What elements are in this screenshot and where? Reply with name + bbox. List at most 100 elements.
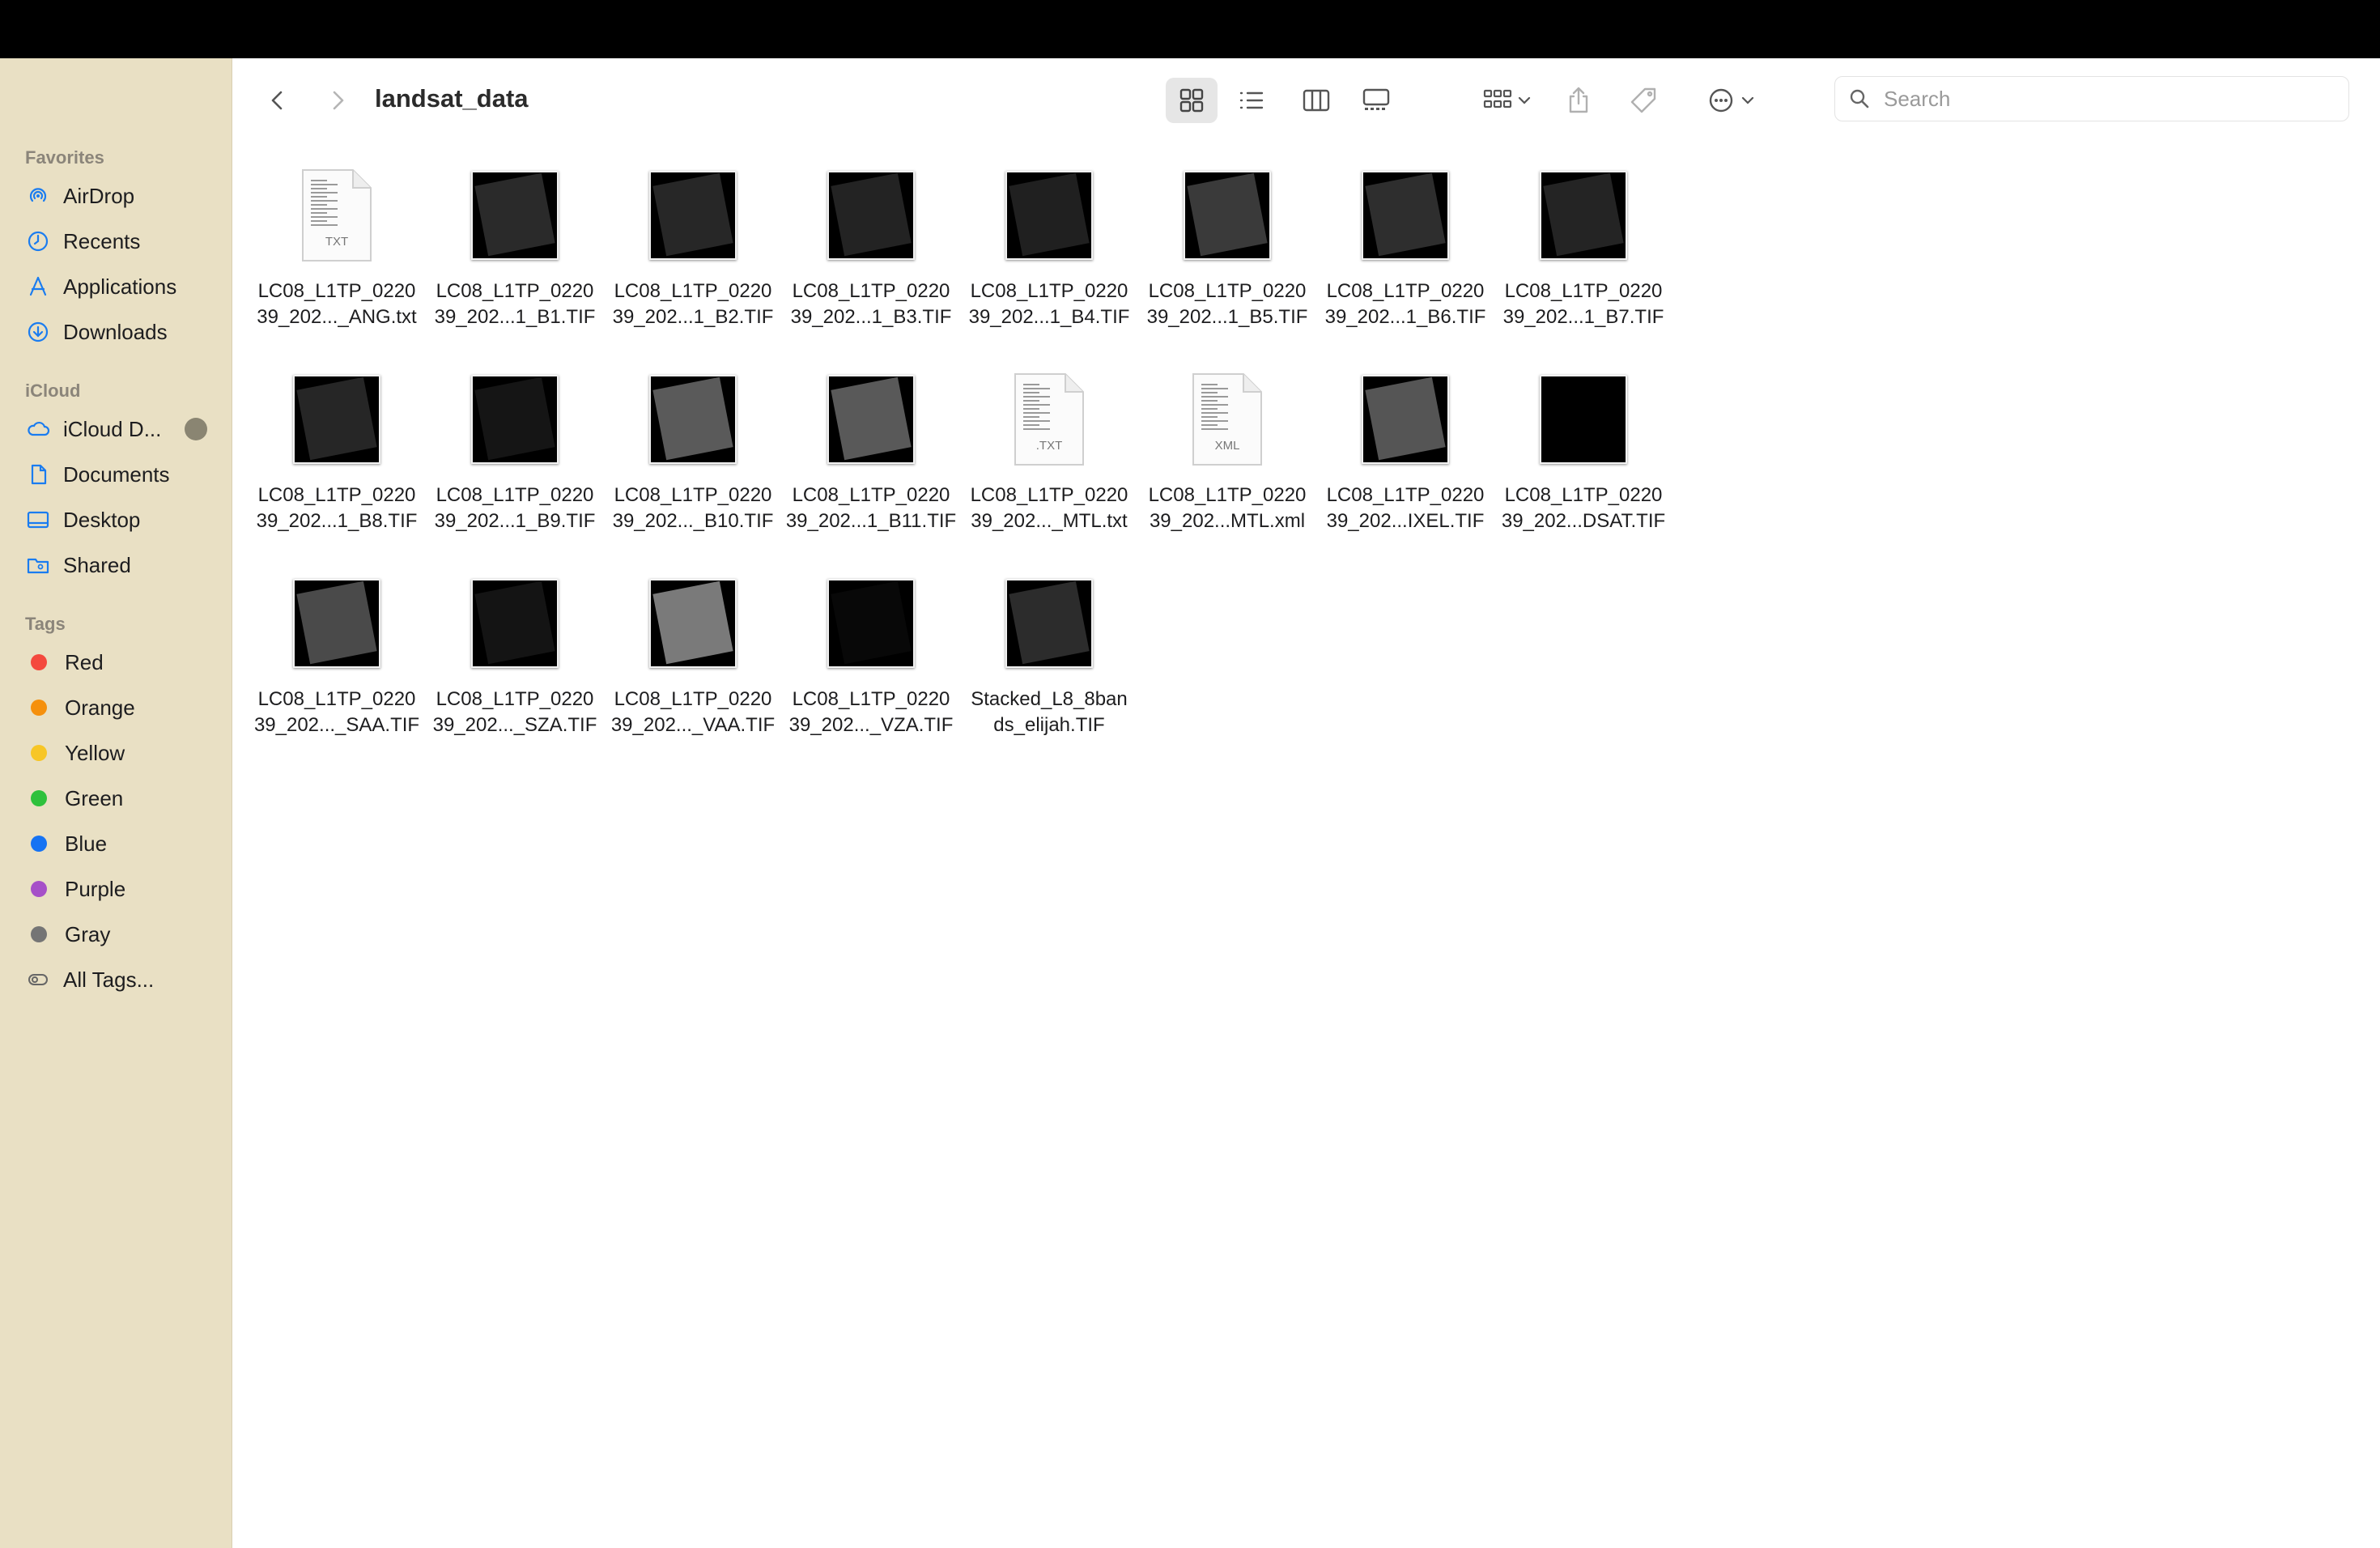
file-item[interactable]: LC08_L1TP_0220 39_202...1_B7.TIF <box>1494 168 1672 330</box>
airdrop-icon <box>24 182 52 210</box>
sidebar-item-documents[interactable]: Documents <box>24 455 219 494</box>
file-item[interactable]: LC08_L1TP_0220 39_202...1_B2.TIF <box>604 168 782 330</box>
image-thumbnail <box>826 168 916 262</box>
sidebar-tag-green[interactable]: Green <box>24 779 219 818</box>
image-thumbnail <box>1538 168 1629 262</box>
file-item[interactable]: Stacked_L8_8ban ds_elijah.TIF <box>960 576 1138 738</box>
image-thumbnail <box>291 576 382 670</box>
file-item[interactable]: LC08_L1TP_0220 39_202..._VAA.TIF <box>604 576 782 738</box>
search-field[interactable] <box>1834 76 2349 121</box>
file-item[interactable]: LC08_L1TP_0220 39_202..._SAA.TIF <box>248 576 426 738</box>
file-name-line-2: 39_202..._MTL.txt <box>971 510 1128 532</box>
column-view-button[interactable] <box>1290 78 1342 123</box>
file-item[interactable]: LC08_L1TP_0220 39_202...1_B9.TIF <box>426 372 604 534</box>
satellite-image-icon <box>1005 579 1093 668</box>
more-actions-button[interactable] <box>1697 78 1765 123</box>
file-name: LC08_L1TP_0220 39_202...MTL.xml <box>1138 483 1316 534</box>
file-item[interactable]: LC08_L1TP_0220 39_202...DSAT.TIF <box>1494 372 1672 534</box>
file-name: LC08_L1TP_0220 39_202...1_B1.TIF <box>426 279 604 330</box>
sidebar-item-label: Purple <box>65 876 126 901</box>
all-tags-icon <box>24 966 52 993</box>
orange-tag-icon <box>31 700 47 716</box>
satellite-image-icon <box>1540 375 1627 464</box>
file-item[interactable]: LC08_L1TP_0220 39_202...1_B11.TIF <box>782 372 960 534</box>
sidebar-item-icloud-drive[interactable]: iCloud D... <box>24 410 219 449</box>
back-button[interactable] <box>257 79 298 121</box>
sidebar-item-label: Recents <box>63 228 141 253</box>
file-item[interactable]: LC08_L1TP_0220 39_202...1_B1.TIF <box>426 168 604 330</box>
search-input[interactable] <box>1882 85 2323 113</box>
sidebar-item-label: Documents <box>63 461 170 487</box>
sidebar-item-airdrop[interactable]: AirDrop <box>24 176 219 215</box>
sidebar-item-desktop[interactable]: Desktop <box>24 500 219 539</box>
file-name-line-2: 39_202...1_B9.TIF <box>434 510 596 532</box>
group-by-button[interactable] <box>1473 78 1541 123</box>
file-item[interactable]: LC08_L1TP_0220 39_202...1_B6.TIF <box>1316 168 1494 330</box>
sidebar-tag-gray[interactable]: Gray <box>24 915 219 954</box>
image-thumbnail <box>826 372 916 466</box>
file-item[interactable]: .TXT LC08_L1TP_0220 39_202..._MTL.txt <box>960 372 1138 534</box>
sidebar-item-recents[interactable]: Recents <box>24 222 219 261</box>
file-item[interactable]: LC08_L1TP_0220 39_202...1_B5.TIF <box>1138 168 1316 330</box>
sidebar-tag-red[interactable]: Red <box>24 643 219 682</box>
sidebar-tag-orange[interactable]: Orange <box>24 688 219 727</box>
file-name-line-1: LC08_L1TP_0220 <box>1504 484 1663 506</box>
file-item[interactable]: TXT LC08_L1TP_0220 39_202..._ANG.txt <box>248 168 426 330</box>
forward-button[interactable] <box>317 79 358 121</box>
list-view-button[interactable] <box>1226 78 1277 123</box>
share-button[interactable] <box>1556 78 1601 123</box>
file-name-line-1: LC08_L1TP_0220 <box>436 688 594 710</box>
image-thumbnail <box>1004 168 1094 262</box>
file-item[interactable]: LC08_L1TP_0220 39_202..._VZA.TIF <box>782 576 960 738</box>
file-name-line-1: LC08_L1TP_0220 <box>970 280 1128 302</box>
file-extension-label: .TXT <box>1035 439 1063 453</box>
image-thumbnail <box>1360 168 1451 262</box>
file-item[interactable]: LC08_L1TP_0220 39_202..._SZA.TIF <box>426 576 604 738</box>
file-name-line-1: LC08_L1TP_0220 <box>1148 280 1307 302</box>
file-item[interactable]: LC08_L1TP_0220 39_202...IXEL.TIF <box>1316 372 1494 534</box>
satellite-image-icon <box>471 171 559 260</box>
image-thumbnail <box>470 372 560 466</box>
file-name-line-1: LC08_L1TP_0220 <box>614 484 772 506</box>
file-name-line-1: LC08_L1TP_0220 <box>1504 280 1663 302</box>
icon-view-button[interactable] <box>1166 78 1218 123</box>
sidebar-all-tags[interactable]: All Tags... <box>24 960 219 999</box>
file-name-line-2: 39_202...DSAT.TIF <box>1501 510 1666 532</box>
sidebar-item-shared[interactable]: Shared <box>24 546 219 585</box>
blue-tag-icon <box>31 836 47 852</box>
satellite-image-icon <box>1184 171 1271 260</box>
sidebar-item-label: Downloads <box>63 319 168 344</box>
file-item[interactable]: LC08_L1TP_0220 39_202...1_B4.TIF <box>960 168 1138 330</box>
file-name-line-1: LC08_L1TP_0220 <box>1326 484 1485 506</box>
sidebar-tag-purple[interactable]: Purple <box>24 870 219 908</box>
clock-icon <box>24 228 52 255</box>
file-name-line-1: LC08_L1TP_0220 <box>436 280 594 302</box>
sidebar-item-downloads[interactable]: Downloads <box>24 313 219 351</box>
satellite-image-icon <box>471 579 559 668</box>
image-thumbnail <box>648 576 738 670</box>
file-name: LC08_L1TP_0220 39_202...1_B3.TIF <box>782 279 960 330</box>
file-item[interactable]: LC08_L1TP_0220 39_202..._B10.TIF <box>604 372 782 534</box>
file-name: LC08_L1TP_0220 39_202..._B10.TIF <box>604 483 782 534</box>
file-extension-label: XML <box>1214 439 1240 453</box>
file-name-line-1: LC08_L1TP_0220 <box>792 688 950 710</box>
sidebar-tag-blue[interactable]: Blue <box>24 824 219 863</box>
text-document-icon: TXT <box>300 168 374 262</box>
file-grid: TXT LC08_L1TP_0220 39_202..._ANG.txt LC08_L… <box>0 0 2380 1548</box>
image-thumbnail <box>826 576 916 670</box>
file-item[interactable]: LC08_L1TP_0220 39_202...1_B3.TIF <box>782 168 960 330</box>
gray-tag-icon <box>31 926 47 942</box>
sidebar-tag-yellow[interactable]: Yellow <box>24 734 219 772</box>
gallery-view-button[interactable] <box>1350 78 1402 123</box>
sidebar-item-applications[interactable]: Applications <box>24 267 219 306</box>
file-item[interactable]: LC08_L1TP_0220 39_202...1_B8.TIF <box>248 372 426 534</box>
file-name-line-2: 39_202...MTL.xml <box>1149 510 1306 532</box>
file-name-line-1: LC08_L1TP_0220 <box>792 280 950 302</box>
satellite-image-icon <box>827 579 915 668</box>
file-name: LC08_L1TP_0220 39_202...1_B8.TIF <box>248 483 426 534</box>
satellite-image-icon <box>827 171 915 260</box>
file-name-line-1: LC08_L1TP_0220 <box>970 484 1128 506</box>
file-name: LC08_L1TP_0220 39_202...1_B11.TIF <box>782 483 960 534</box>
tag-button[interactable] <box>1621 78 1666 123</box>
file-item[interactable]: XML LC08_L1TP_0220 39_202...MTL.xml <box>1138 372 1316 534</box>
